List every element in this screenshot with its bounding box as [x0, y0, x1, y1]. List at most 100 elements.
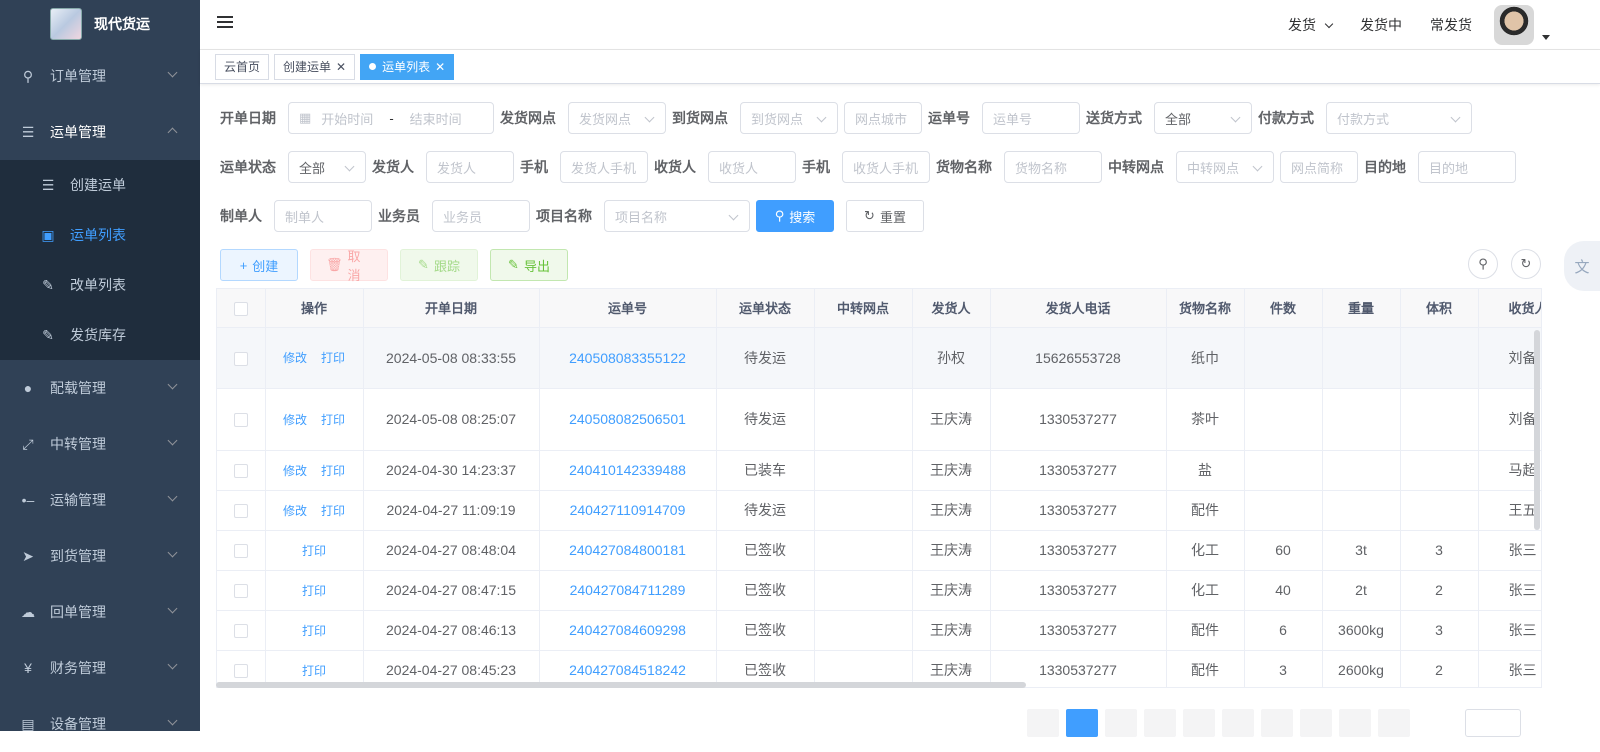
dest-input[interactable]: 目的地: [1418, 151, 1516, 183]
waybill-no-link[interactable]: 240508082506501: [569, 411, 686, 427]
maker-input[interactable]: 制单人: [274, 200, 372, 232]
receiver-phone-input[interactable]: 收货人手机: [842, 151, 930, 183]
table-row[interactable]: 修改 打印 2024-05-08 08:25:07 240508082506501 待发…: [217, 388, 1541, 451]
page-button-current[interactable]: [1066, 709, 1098, 737]
transfer-select[interactable]: 中转网点: [1176, 151, 1274, 183]
print-link[interactable]: 打印: [302, 664, 326, 678]
waybill-no-cell[interactable]: 240410142339488: [539, 450, 717, 491]
sidebar-item-finance[interactable]: ¥ 财务管理: [0, 640, 200, 696]
waybill-no-cell[interactable]: 240427084800181: [539, 530, 717, 571]
page-jump-input[interactable]: [1465, 709, 1521, 737]
track-button[interactable]: ✎ 跟踪: [400, 249, 478, 281]
frequent-link[interactable]: 常发货: [1430, 15, 1472, 35]
project-select[interactable]: 项目名称: [604, 200, 750, 232]
print-link[interactable]: 打印: [321, 351, 345, 365]
toggle-search-button[interactable]: ⚲: [1468, 249, 1498, 279]
sidebar-item-devices[interactable]: ▤ 设备管理: [0, 696, 200, 752]
export-button[interactable]: ✎ 导出: [490, 249, 568, 281]
print-link[interactable]: 打印: [302, 584, 326, 598]
point-abbr-input[interactable]: 网点简称: [1280, 151, 1358, 183]
print-link[interactable]: 打印: [321, 504, 345, 518]
app-logo[interactable]: 现代货运: [0, 0, 200, 48]
point-city-input[interactable]: 网点城市: [844, 102, 922, 134]
sidebar-item-receipt[interactable]: ☁ 回单管理: [0, 584, 200, 640]
page-button[interactable]: [1222, 709, 1254, 737]
page-button[interactable]: [1300, 709, 1332, 737]
row-checkbox[interactable]: [233, 413, 248, 428]
select-all-cell[interactable]: [217, 289, 266, 328]
ship-menu[interactable]: 发货: [1288, 15, 1332, 35]
translate-icon[interactable]: 文: [1564, 241, 1600, 291]
waybill-no-link[interactable]: 240427084800181: [569, 542, 686, 558]
sidebar-item-transport[interactable]: •– 运输管理: [0, 472, 200, 528]
waybill-no-cell[interactable]: 240427110914709: [539, 490, 717, 531]
row-select-cell[interactable]: [217, 450, 266, 491]
caret-down-icon[interactable]: [1542, 34, 1550, 40]
avatar[interactable]: [1494, 5, 1534, 45]
waybill-no-link[interactable]: 240508083355122: [569, 350, 686, 366]
search-button[interactable]: ⚲ 搜索: [756, 200, 834, 232]
row-select-cell[interactable]: [217, 327, 266, 389]
vertical-scrollbar[interactable]: [1534, 330, 1540, 530]
hamburger-icon[interactable]: [217, 16, 233, 30]
shipper-phone-input[interactable]: 发货人手机: [560, 151, 648, 183]
waybill-no-cell[interactable]: 240508083355122: [539, 327, 717, 389]
row-select-cell[interactable]: [217, 570, 266, 611]
table-row[interactable]: 修改 打印 2024-04-30 14:23:37 240410142339488 已装…: [217, 450, 1541, 491]
cancel-button[interactable]: 🗑 取消: [310, 249, 388, 283]
sidebar-item-waybill-list[interactable]: ▣ 运单列表: [0, 210, 200, 260]
refresh-button[interactable]: ↻: [1511, 249, 1541, 279]
waybill-no-cell[interactable]: 240427084609298: [539, 610, 717, 651]
row-checkbox[interactable]: [233, 624, 248, 639]
waybill-no-link[interactable]: 240410142339488: [569, 462, 686, 478]
row-checkbox[interactable]: [233, 504, 248, 519]
shipping-link[interactable]: 发货中: [1360, 15, 1402, 35]
row-select-cell[interactable]: [217, 490, 266, 531]
page-button[interactable]: [1261, 709, 1293, 737]
create-button[interactable]: + 创建: [220, 249, 298, 281]
edit-link[interactable]: 修改: [283, 464, 307, 478]
table-row[interactable]: 修改 打印 2024-04-27 11:09:19 240427110914709 待发…: [217, 490, 1541, 531]
waybill-no-cell[interactable]: 240508082506501: [539, 388, 717, 451]
tag-waybill-list[interactable]: 运单列表 ✕: [360, 53, 455, 80]
edit-link[interactable]: 修改: [283, 413, 307, 427]
reset-button[interactable]: ↻ 重置: [846, 200, 924, 232]
sidebar-item-create-waybill[interactable]: ☰ 创建运单: [0, 160, 200, 210]
sidebar-item-loading[interactable]: ● 配载管理: [0, 360, 200, 416]
row-select-cell[interactable]: [217, 530, 266, 571]
sidebar-item-ship-stock[interactable]: ✎ 发货库存: [0, 310, 200, 360]
sidebar-item-arrival[interactable]: ➤ 到货管理: [0, 528, 200, 584]
row-checkbox[interactable]: [233, 584, 248, 599]
goods-input[interactable]: 货物名称: [1004, 151, 1102, 183]
page-button[interactable]: [1339, 709, 1371, 737]
table-row[interactable]: 打印 2024-04-27 08:46:13 240427084609298 已签收 王…: [217, 610, 1541, 651]
tag-create-waybill[interactable]: 创建运单 ✕: [274, 53, 356, 80]
sidebar-item-change-list[interactable]: ✎ 改单列表: [0, 260, 200, 310]
payment-select[interactable]: 付款方式: [1326, 102, 1472, 134]
sidebar-item-waybills[interactable]: ☰ 运单管理: [0, 104, 200, 160]
page-button[interactable]: [1144, 709, 1176, 737]
shipper-input[interactable]: 发货人: [426, 151, 514, 183]
row-checkbox[interactable]: [233, 664, 248, 679]
prev-page-button[interactable]: [1027, 709, 1059, 737]
table-row[interactable]: 打印 2024-04-27 08:47:15 240427084711289 已签收 王…: [217, 570, 1541, 611]
print-link[interactable]: 打印: [302, 624, 326, 638]
status-select[interactable]: 全部: [288, 151, 366, 183]
page-button[interactable]: [1105, 709, 1137, 737]
close-icon[interactable]: ✕: [435, 60, 445, 74]
row-checkbox[interactable]: [233, 351, 248, 366]
table-row[interactable]: 修改 打印 2024-05-08 08:33:55 240508083355122 待发…: [217, 327, 1541, 389]
receiver-input[interactable]: 收货人: [708, 151, 796, 183]
print-link[interactable]: 打印: [302, 544, 326, 558]
waybill-no-link[interactable]: 240427084518242: [569, 662, 686, 678]
edit-link[interactable]: 修改: [283, 351, 307, 365]
row-checkbox[interactable]: [233, 464, 248, 479]
waybill-no-cell[interactable]: 240427084711289: [539, 570, 717, 611]
print-link[interactable]: 打印: [321, 413, 345, 427]
delivery-select[interactable]: 全部: [1154, 102, 1252, 134]
table-row[interactable]: 打印 2024-04-27 08:48:04 240427084800181 已签收 王…: [217, 530, 1541, 571]
arrive-point-select[interactable]: 到货网点: [740, 102, 838, 134]
waybill-no-link[interactable]: 240427084609298: [569, 622, 686, 638]
date-range-picker[interactable]: ▦ 开始时间 - 结束时间: [288, 102, 494, 134]
waybill-no-link[interactable]: 240427110914709: [570, 502, 686, 518]
